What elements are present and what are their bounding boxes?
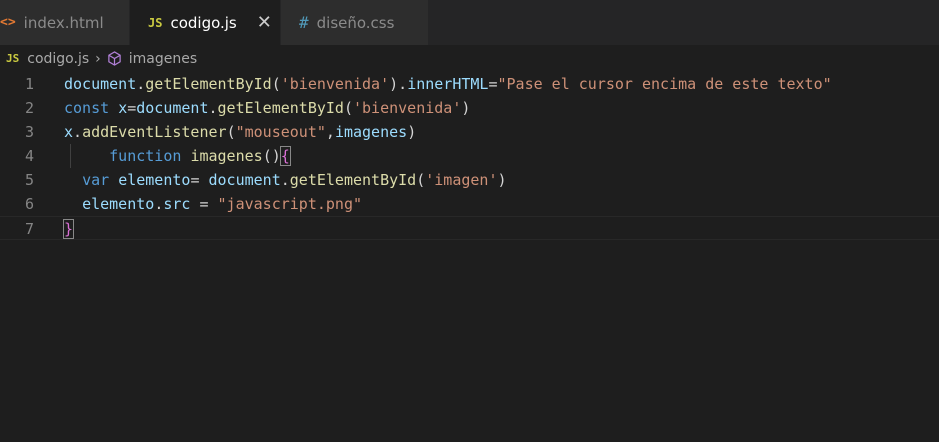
code-line[interactable]: 5 var elemento= document.getElementById(… bbox=[0, 168, 939, 192]
code-token: document bbox=[208, 171, 281, 189]
tab-label: codigo.js bbox=[170, 13, 237, 32]
code-token: ) bbox=[461, 99, 471, 117]
code-line[interactable]: 2 const x=document.getElementById('bienve… bbox=[0, 96, 939, 120]
breadcrumb-symbol[interactable]: imagenes bbox=[129, 51, 197, 67]
code-token: 'bienvenida' bbox=[280, 75, 390, 93]
line-number: 3 bbox=[24, 123, 34, 141]
code-token: innerHTML bbox=[407, 75, 489, 93]
code-token: getElementById bbox=[289, 171, 417, 189]
code-token: document bbox=[136, 99, 209, 117]
code-text: var elemento= document.getElementById('i… bbox=[64, 168, 507, 192]
code-token: addEventListener bbox=[82, 123, 227, 141]
code-token: . bbox=[136, 75, 146, 93]
css-file-icon: # bbox=[299, 13, 309, 32]
chevron-right-icon: › bbox=[95, 50, 101, 67]
code-token: 'imagen' bbox=[425, 171, 498, 189]
code-text: const x=document.getElementById('bienven… bbox=[64, 96, 470, 120]
tab-index-html[interactable]: <> index.html bbox=[0, 0, 130, 45]
line-number: 2 bbox=[24, 99, 34, 117]
tab-diseno-css[interactable]: # diseño.css bbox=[281, 0, 429, 45]
code-token: elemento bbox=[82, 195, 155, 213]
code-token: . bbox=[73, 123, 83, 141]
code-token: "mouseout" bbox=[235, 123, 326, 141]
method-cube-icon bbox=[107, 50, 122, 68]
code-token: () bbox=[262, 147, 281, 165]
code-token: var bbox=[82, 171, 110, 189]
code-token: ( bbox=[416, 171, 426, 189]
code-token: x bbox=[118, 99, 128, 117]
code-line[interactable]: 1 document.getElementById('bienvenida').i… bbox=[0, 72, 939, 96]
code-token: = bbox=[190, 195, 218, 213]
code-text: } bbox=[62, 217, 75, 241]
line-number: 7 bbox=[24, 220, 34, 238]
js-file-icon: JS bbox=[6, 52, 20, 65]
tab-label: diseño.css bbox=[316, 13, 395, 32]
code-line[interactable]: 6 elemento.src = "javascript.png" bbox=[0, 192, 939, 216]
code-token: "javascript.png" bbox=[217, 195, 363, 213]
code-text: document.getElementById('bienvenida').in… bbox=[64, 72, 832, 96]
code-token: elemento bbox=[118, 171, 191, 189]
code-token: { bbox=[279, 146, 291, 166]
code-token: ( bbox=[343, 99, 353, 117]
code-token: 'bienvenida' bbox=[353, 99, 462, 117]
code-token: ) bbox=[497, 171, 507, 189]
tab-codigo-js[interactable]: JS codigo.js ✕ bbox=[130, 0, 281, 45]
code-token: . bbox=[208, 99, 218, 117]
code-token: } bbox=[62, 219, 75, 239]
code-text: x.addEventListener("mouseout",imagenes) bbox=[64, 120, 416, 144]
code-token: = bbox=[127, 99, 137, 117]
html-file-icon: <> bbox=[0, 15, 16, 30]
code-token: ( bbox=[226, 123, 236, 141]
code-token: imagenes bbox=[334, 123, 408, 141]
code-text: function imagenes(){ bbox=[64, 144, 291, 168]
code-token: ( bbox=[271, 75, 281, 93]
line-number: 4 bbox=[24, 147, 34, 165]
code-editor[interactable]: 1 document.getElementById('bienvenida').i… bbox=[0, 72, 939, 442]
code-line[interactable]: 4 function imagenes(){ bbox=[0, 144, 939, 168]
code-token: . bbox=[154, 195, 164, 213]
code-token: const bbox=[64, 99, 110, 117]
breadcrumb: JS codigo.js › imagenes bbox=[0, 45, 939, 72]
code-token: "Pase el cursor encima de este texto" bbox=[497, 75, 832, 93]
code-token: = bbox=[488, 75, 498, 93]
tab-label: index.html bbox=[23, 13, 104, 32]
breadcrumb-file[interactable]: codigo.js bbox=[27, 51, 89, 67]
code-token: = bbox=[190, 171, 209, 189]
code-text: elemento.src = "javascript.png" bbox=[64, 192, 362, 216]
code-token: imagenes bbox=[190, 147, 263, 165]
code-token: ) bbox=[407, 123, 417, 141]
code-token: x bbox=[64, 123, 74, 141]
code-token: , bbox=[325, 123, 335, 141]
code-token: document bbox=[64, 75, 137, 93]
tab-bar: <> index.html JS codigo.js ✕ # diseño.cs… bbox=[0, 0, 939, 45]
code-token: ). bbox=[389, 75, 408, 93]
code-token: src bbox=[163, 195, 191, 213]
code-line[interactable]: 7} bbox=[0, 216, 939, 240]
line-number: 5 bbox=[24, 171, 34, 189]
code-token: . bbox=[280, 171, 290, 189]
code-token: function bbox=[109, 147, 182, 165]
line-number: 6 bbox=[24, 195, 34, 213]
close-icon[interactable]: ✕ bbox=[257, 12, 272, 33]
code-token: getElementById bbox=[217, 99, 344, 117]
line-number: 1 bbox=[24, 75, 34, 93]
code-line[interactable]: 3 x.addEventListener("mouseout",imagenes) bbox=[0, 120, 939, 144]
js-file-icon: JS bbox=[148, 15, 163, 30]
code-token: getElementById bbox=[145, 75, 272, 93]
